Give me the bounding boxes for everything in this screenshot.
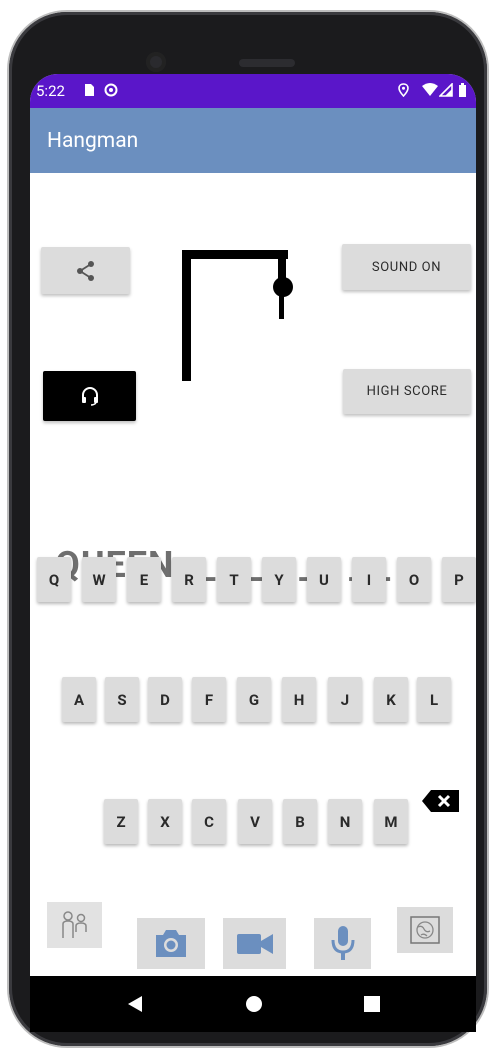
high-score-button[interactable]: HIGH SCORE <box>343 369 471 414</box>
key-v[interactable]: V <box>238 799 272 844</box>
key-d[interactable]: D <box>148 677 182 722</box>
key-i[interactable]: I <box>352 557 386 602</box>
earpiece-speaker <box>239 59 295 67</box>
video-button[interactable] <box>223 918 286 969</box>
key-z[interactable]: Z <box>104 799 138 844</box>
backspace-icon <box>422 790 459 812</box>
back-icon[interactable] <box>125 994 145 1014</box>
location-icon <box>398 83 409 97</box>
status-bar: 5:22 <box>30 74 476 108</box>
family-button[interactable] <box>47 902 102 948</box>
signal-icon <box>439 83 453 97</box>
gallows-beam <box>182 250 288 259</box>
key-c[interactable]: C <box>192 799 226 844</box>
front-camera <box>146 52 166 72</box>
wifi-icon <box>422 83 438 96</box>
key-x[interactable]: X <box>148 799 182 844</box>
backspace-button[interactable] <box>421 788 461 814</box>
screen: 5:22 Hangman SOUND ON HIGH SCORE _ _ Q W… <box>30 74 476 976</box>
app-bar: Hangman <box>30 108 476 173</box>
key-k[interactable]: K <box>374 677 408 722</box>
battery-icon <box>459 83 466 97</box>
status-time: 5:22 <box>36 82 65 100</box>
key-g[interactable]: G <box>237 677 271 722</box>
key-e[interactable]: E <box>127 557 161 602</box>
key-b[interactable]: B <box>283 799 317 844</box>
key-u[interactable]: U <box>307 557 341 602</box>
key-o[interactable]: O <box>397 557 431 602</box>
video-icon <box>237 934 273 954</box>
sound-toggle-button[interactable]: SOUND ON <box>342 244 471 290</box>
sync-icon <box>104 83 118 97</box>
key-y[interactable]: Y <box>262 557 296 602</box>
share-button[interactable] <box>41 247 130 294</box>
key-a[interactable]: A <box>62 677 96 722</box>
key-m[interactable]: M <box>374 799 408 844</box>
sim-card-icon <box>85 84 94 96</box>
key-l[interactable]: L <box>417 677 451 722</box>
camera-button[interactable] <box>137 918 205 969</box>
hangman-body <box>279 293 284 319</box>
key-t[interactable]: T <box>217 557 251 602</box>
home-icon[interactable] <box>244 994 264 1014</box>
headset-icon <box>81 387 98 406</box>
hangman-drawing <box>182 250 293 381</box>
map-icon <box>410 916 440 944</box>
key-f[interactable]: F <box>192 677 226 722</box>
key-h[interactable]: H <box>282 677 316 722</box>
key-q[interactable]: Q <box>37 557 71 602</box>
gallows-post <box>182 250 191 381</box>
app-title: Hangman <box>47 129 139 153</box>
key-w[interactable]: W <box>82 557 116 602</box>
family-icon <box>62 911 87 938</box>
microphone-icon <box>331 926 355 960</box>
navigation-bar <box>30 976 476 1032</box>
microphone-button[interactable] <box>314 918 371 969</box>
share-icon <box>76 260 94 281</box>
key-j[interactable]: J <box>328 677 362 722</box>
key-s[interactable]: S <box>105 677 139 722</box>
key-p[interactable]: P <box>442 557 476 602</box>
key-n[interactable]: N <box>328 799 362 844</box>
map-button[interactable] <box>397 907 453 953</box>
recents-icon[interactable] <box>362 994 382 1014</box>
camera-icon <box>156 930 186 957</box>
key-r[interactable]: R <box>172 557 206 602</box>
headset-button[interactable] <box>43 371 136 421</box>
